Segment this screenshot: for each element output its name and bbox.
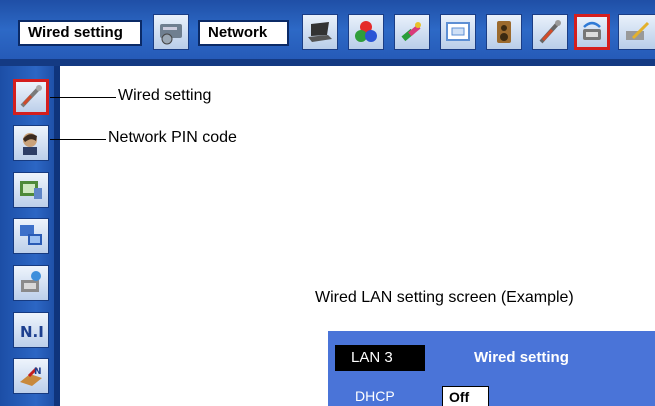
laptop-icon[interactable]	[302, 14, 338, 50]
network-icon[interactable]	[574, 14, 610, 50]
color-icon[interactable]	[348, 14, 384, 50]
network-computers-icon[interactable]	[13, 218, 49, 254]
dhcp-value-field[interactable]: Off	[442, 386, 489, 406]
network-pin-code-leader-line	[50, 139, 106, 140]
settings-icon[interactable]	[153, 14, 189, 50]
network-information-icon[interactable]: N.I.	[13, 312, 49, 348]
image-adjust-icon[interactable]	[394, 14, 430, 50]
wired-setting-leader-line	[50, 97, 116, 98]
svg-text:N: N	[34, 367, 42, 377]
network-info-icon[interactable]	[13, 172, 49, 208]
wired-setting-callout: Wired setting	[118, 87, 212, 104]
example-caption: Wired LAN setting screen (Example)	[315, 289, 574, 306]
svg-text:N.I.: N.I.	[20, 323, 45, 341]
network-menu-label: Network	[198, 20, 289, 46]
wired-setting-icon[interactable]	[13, 79, 49, 115]
exit-icon[interactable]: N	[13, 358, 49, 394]
network-pin-code-callout: Network PIN code	[108, 129, 237, 146]
wired-setting-menu-label: Wired setting	[18, 20, 142, 46]
screen-icon[interactable]	[440, 14, 476, 50]
network-setup-icon[interactable]	[13, 265, 49, 301]
speaker-icon[interactable]	[486, 14, 522, 50]
setup-icon[interactable]	[618, 14, 655, 50]
network-pin-code-icon[interactable]	[13, 125, 49, 161]
wired-lan-setting-example-screen: LAN 3 Wired setting DHCP Off	[328, 331, 655, 406]
lan-label: LAN 3	[335, 345, 425, 371]
tools-icon[interactable]	[532, 14, 568, 50]
top-menu-bar: Wired setting Network	[0, 0, 655, 66]
dhcp-label: DHCP	[355, 388, 395, 404]
example-screen-title: Wired setting	[474, 349, 569, 366]
